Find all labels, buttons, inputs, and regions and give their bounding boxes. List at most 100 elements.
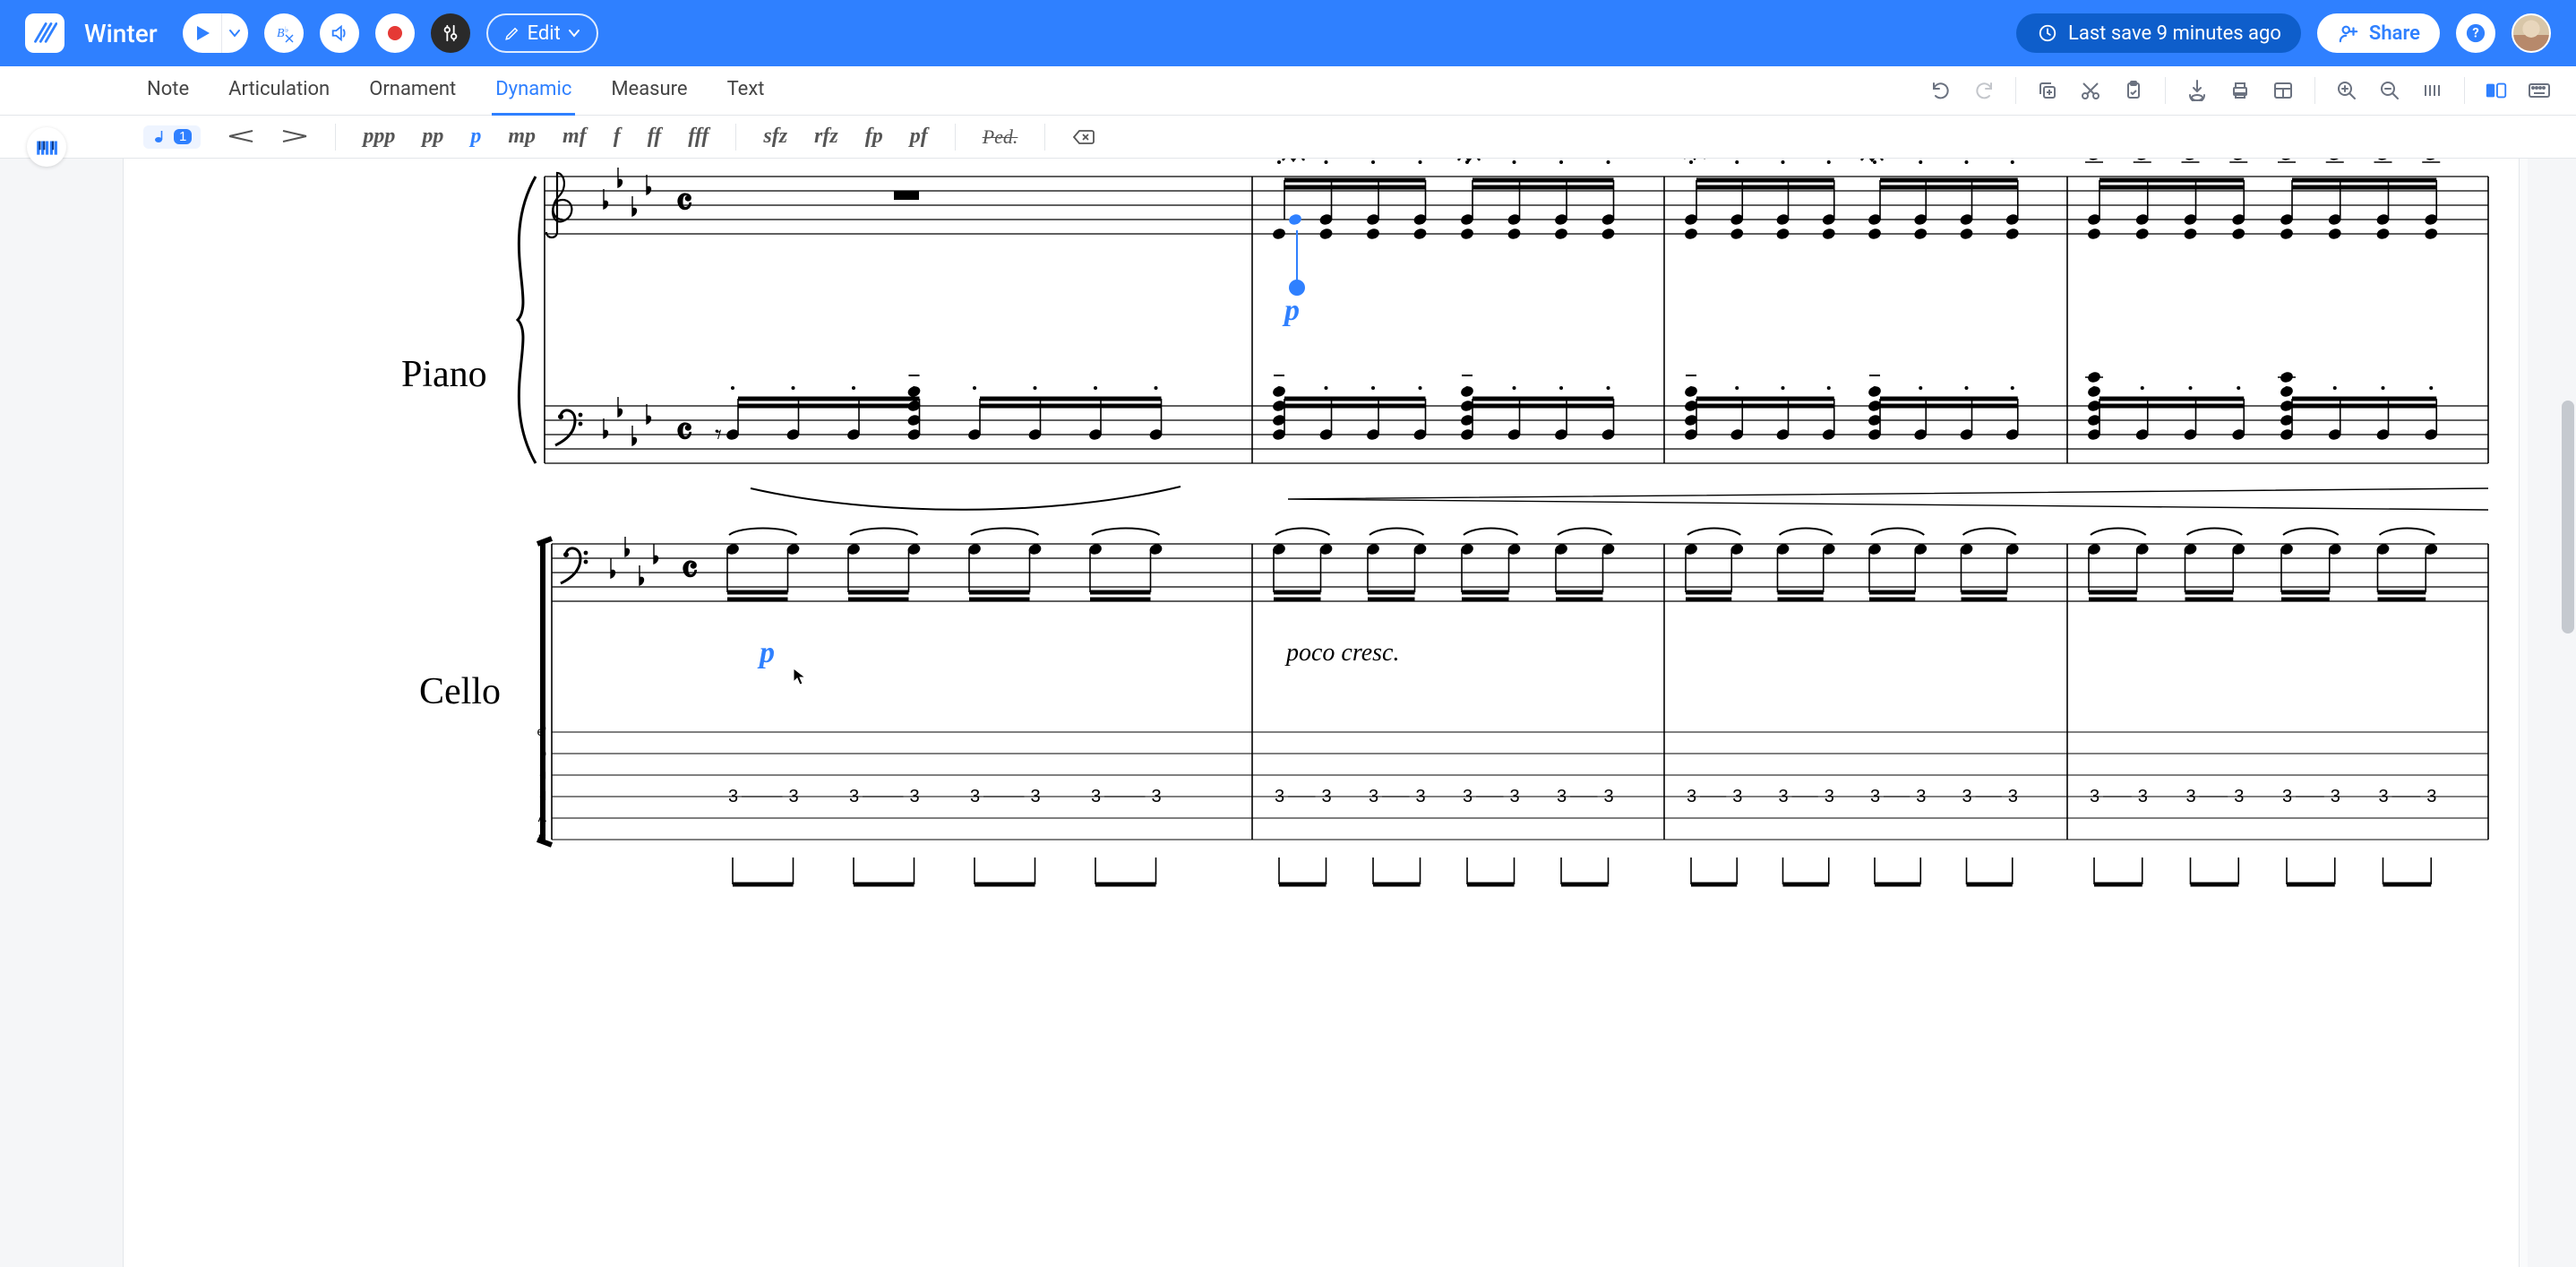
piano-bass-staff[interactable]: 𝄾 [545, 397, 2488, 510]
tuning-button[interactable] [431, 13, 470, 53]
svg-text:3: 3 [1732, 787, 1742, 806]
selection-indicator[interactable]: 1 [143, 125, 201, 149]
svg-text:3: 3 [1031, 787, 1041, 806]
piano-treble-staff[interactable] [545, 159, 2488, 237]
user-avatar[interactable] [2512, 13, 2551, 53]
tab-note[interactable]: Note [143, 65, 193, 116]
dyn-fp[interactable]: fp [865, 125, 883, 149]
svg-text:3: 3 [1557, 787, 1567, 806]
vertical-scrollbar[interactable] [2562, 401, 2574, 634]
dyn-ppp[interactable]: ppp [363, 125, 395, 149]
share-button[interactable]: Share [2317, 13, 2440, 53]
tab-text[interactable]: Text [724, 65, 769, 116]
separator [735, 124, 736, 151]
play-options-dropdown[interactable] [221, 13, 248, 53]
dyn-fff[interactable]: fff [688, 125, 708, 149]
parts-button[interactable] [2485, 79, 2508, 102]
svg-text:3: 3 [2331, 787, 2340, 806]
tab-measure[interactable]: Measure [607, 65, 691, 116]
svg-text:3: 3 [1091, 787, 1101, 806]
toolbar-tabs: Note Articulation Ornament Dynamic Measu… [143, 65, 768, 116]
dyn-mp[interactable]: mp [508, 125, 536, 149]
separator [335, 124, 336, 151]
separator [2464, 77, 2465, 104]
zoom-in-button[interactable] [2335, 79, 2358, 102]
svg-text:3: 3 [1275, 787, 1284, 806]
keyboard-button[interactable] [2528, 79, 2551, 102]
instruments-panel-button[interactable] [27, 127, 66, 167]
svg-text:e': e' [537, 724, 546, 738]
svg-text:3: 3 [1916, 787, 1926, 806]
cut-button[interactable] [2079, 79, 2102, 102]
undo-button[interactable] [1929, 79, 1953, 102]
zoom-out-button[interactable] [2378, 79, 2401, 102]
audio-button[interactable] [320, 13, 359, 53]
svg-text:E: E [538, 832, 546, 846]
dyn-rfz[interactable]: rfz [814, 125, 838, 149]
svg-text:3: 3 [1825, 787, 1834, 806]
record-button[interactable] [375, 13, 415, 53]
tab-ornament[interactable]: Ornament [365, 65, 459, 116]
svg-text:3: 3 [849, 787, 859, 806]
save-label: Last save 9 minutes ago [2068, 22, 2281, 45]
piano-dynamic-p[interactable]: p [1282, 294, 1300, 327]
svg-text:3: 3 [728, 787, 738, 806]
svg-text:?: ? [2472, 25, 2478, 41]
svg-text:3: 3 [1779, 787, 1789, 806]
instrument-label-piano: Piano [401, 354, 487, 395]
share-icon [2337, 22, 2360, 45]
svg-text:3: 3 [2282, 787, 2292, 806]
piano-brace [518, 177, 536, 463]
svg-text:3: 3 [1322, 787, 1332, 806]
dyn-mf[interactable]: mf [562, 125, 587, 149]
score-page[interactable]: 𝄴 𝄋 Piano [124, 159, 2519, 1267]
share-label: Share [2369, 22, 2420, 45]
dyn-f[interactable]: f [614, 125, 621, 149]
dyn-pf[interactable]: pf [910, 125, 928, 149]
svg-text:3: 3 [2008, 787, 2018, 806]
dyn-sfz[interactable]: sfz [763, 125, 787, 149]
selection-count: 1 [174, 129, 192, 144]
pedal-button[interactable]: Ped. [983, 125, 1018, 149]
play-button[interactable] [183, 13, 222, 53]
cello-staff[interactable] [552, 488, 2488, 601]
clock-icon [2036, 22, 2059, 45]
help-button[interactable]: ? [2456, 13, 2495, 53]
svg-text:3: 3 [1369, 787, 1378, 806]
dyn-pp[interactable]: pp [422, 125, 443, 149]
paste-button[interactable] [2122, 79, 2145, 102]
chord-notation-button[interactable]: B♭ [264, 13, 304, 53]
app-logo[interactable] [25, 13, 64, 53]
dyn-p[interactable]: p [470, 125, 481, 149]
cello-tab-staff[interactable]: e' b g d A E [537, 724, 2488, 846]
svg-text:3: 3 [970, 787, 980, 806]
cello-dynamic-p[interactable]: p [757, 636, 775, 669]
print-button[interactable] [2228, 79, 2252, 102]
delete-dynamic-button[interactable] [1072, 125, 1095, 149]
copy-button[interactable] [2036, 79, 2059, 102]
cursor-icon [793, 668, 807, 685]
svg-text:3: 3 [1604, 787, 1614, 806]
separator [955, 124, 956, 151]
tab-articulation[interactable]: Articulation [225, 65, 333, 116]
redo-button[interactable] [1972, 79, 1996, 102]
tab-dynamic[interactable]: Dynamic [492, 65, 575, 116]
selected-note[interactable] [1288, 212, 1303, 226]
dyn-ff[interactable]: ff [648, 125, 662, 149]
layout-button[interactable] [2271, 79, 2295, 102]
cello-poco-cresc[interactable]: poco cresc. [1284, 639, 1399, 667]
separator [1044, 124, 1045, 151]
svg-text:3: 3 [1962, 787, 1972, 806]
save-status[interactable]: Last save 9 minutes ago [2016, 13, 2301, 53]
edit-mode-dropdown[interactable]: Edit [486, 13, 598, 53]
decrescendo-button[interactable] [281, 125, 308, 150]
page-gutter-right [2528, 159, 2576, 1267]
download-button[interactable] [2185, 79, 2209, 102]
svg-text:3: 3 [2090, 787, 2099, 806]
svg-text:3: 3 [1152, 787, 1162, 806]
svg-text:3: 3 [2234, 787, 2244, 806]
segno-symbol: 𝄋 [570, 159, 587, 167]
crescendo-button[interactable] [228, 125, 254, 150]
staff-view-button[interactable] [2421, 79, 2444, 102]
score-title[interactable]: Winter [84, 19, 158, 48]
